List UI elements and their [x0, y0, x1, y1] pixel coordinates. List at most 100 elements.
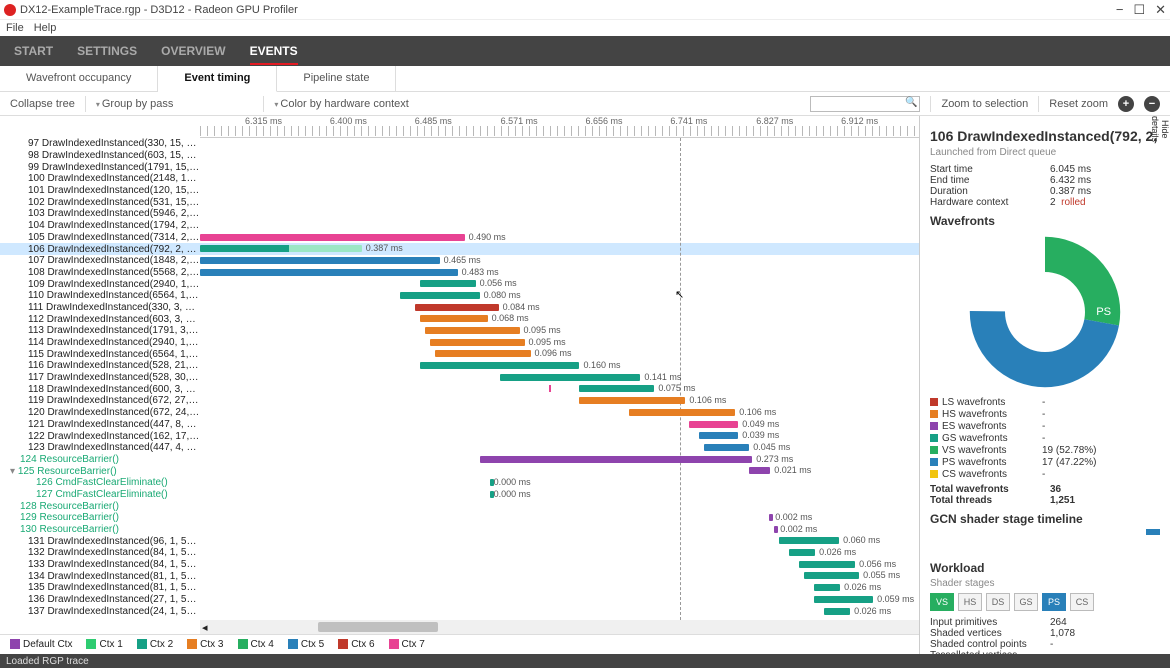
- stage-box-ds[interactable]: DS: [986, 593, 1010, 611]
- event-bar[interactable]: [689, 421, 738, 428]
- event-row[interactable]: 105 DrawIndexedInstanced(7314, 2, 100...…: [0, 232, 919, 244]
- event-row[interactable]: 123 DrawIndexedInstanced(447, 4, 1229...…: [0, 442, 919, 454]
- event-bar[interactable]: [200, 269, 458, 276]
- subtab-wavefront[interactable]: Wavefront occupancy: [0, 66, 158, 91]
- event-bar[interactable]: [804, 572, 859, 579]
- hide-details-button[interactable]: Hide details: [1156, 116, 1170, 142]
- subtab-pipeline-state[interactable]: Pipeline state: [277, 66, 396, 91]
- event-row[interactable]: 127 CmdFastClearEliminate()0.000 ms: [0, 489, 919, 501]
- event-row[interactable]: 137 DrawIndexedInstanced(24, 1, 54126,..…: [0, 606, 919, 618]
- event-row[interactable]: 134 DrawIndexedInstanced(81, 1, 53687,..…: [0, 570, 919, 582]
- stage-box-gs[interactable]: GS: [1014, 593, 1038, 611]
- event-row[interactable]: 121 DrawIndexedInstanced(447, 8, 1957...…: [0, 419, 919, 431]
- menu-help[interactable]: Help: [34, 22, 57, 34]
- event-bar[interactable]: [699, 432, 738, 439]
- event-row[interactable]: 104 DrawIndexedInstanced(1794, 2, 100...: [0, 220, 919, 232]
- event-row[interactable]: 119 DrawIndexedInstanced(672, 27, 761...…: [0, 395, 919, 407]
- event-row[interactable]: 131 DrawIndexedInstanced(96, 1, 53453,..…: [0, 535, 919, 547]
- search-input[interactable]: [810, 96, 920, 112]
- event-bar[interactable]: [415, 304, 499, 311]
- tab-events[interactable]: EVENTS: [250, 44, 298, 65]
- event-row[interactable]: 117 DrawIndexedInstanced(528, 30, 131...…: [0, 372, 919, 384]
- event-bar[interactable]: [500, 374, 641, 381]
- event-bar[interactable]: [774, 526, 778, 533]
- event-bar[interactable]: [824, 608, 850, 615]
- event-row[interactable]: 128 ResourceBarrier(): [0, 500, 919, 512]
- close-button[interactable]: ✕: [1155, 2, 1166, 18]
- event-row[interactable]: 100 DrawIndexedInstanced(2148, 15, 979..…: [0, 173, 919, 185]
- tab-settings[interactable]: SETTINGS: [77, 44, 137, 58]
- zoom-out-button[interactable]: −: [1144, 96, 1160, 112]
- event-row[interactable]: 118 DrawIndexedInstanced(600, 3, 1353...…: [0, 383, 919, 395]
- event-bar[interactable]: [200, 257, 440, 264]
- event-row[interactable]: 98 DrawIndexedInstanced(603, 15, 9782...: [0, 150, 919, 162]
- event-row[interactable]: 130 ResourceBarrier()0.002 ms: [0, 524, 919, 536]
- event-row[interactable]: 97 DrawIndexedInstanced(330, 15, 9781...: [0, 138, 919, 150]
- event-row[interactable]: 115 DrawIndexedInstanced(6564, 1, 133...…: [0, 348, 919, 360]
- event-row[interactable]: 112 DrawIndexedInstanced(603, 3, 1026...…: [0, 313, 919, 325]
- horizontal-scrollbar[interactable]: ◂: [200, 620, 919, 634]
- minimize-button[interactable]: −: [1116, 2, 1124, 18]
- event-row[interactable]: 124 ResourceBarrier()0.273 ms: [0, 454, 919, 466]
- event-bar[interactable]: [480, 456, 753, 463]
- stage-box-vs[interactable]: VS: [930, 593, 954, 611]
- event-bar[interactable]: [579, 385, 654, 392]
- event-row[interactable]: 122 DrawIndexedInstanced(162, 17, 121...…: [0, 430, 919, 442]
- group-by-dropdown[interactable]: Group by pass: [96, 98, 174, 110]
- event-row[interactable]: 103 DrawIndexedInstanced(5946, 2, 100...: [0, 208, 919, 220]
- event-bar[interactable]: [789, 549, 815, 556]
- reset-zoom-button[interactable]: Reset zoom: [1049, 98, 1108, 110]
- event-row[interactable]: 133 DrawIndexedInstanced(84, 1, 53631,..…: [0, 559, 919, 571]
- search-icon[interactable]: 🔍: [905, 97, 917, 108]
- event-bar[interactable]: [749, 467, 770, 474]
- menu-file[interactable]: File: [6, 22, 24, 34]
- event-rows[interactable]: ↖ 97 DrawIndexedInstanced(330, 15, 9781.…: [0, 138, 919, 620]
- event-bar[interactable]: [200, 245, 362, 252]
- event-bar[interactable]: [799, 561, 855, 568]
- event-row[interactable]: 111 DrawIndexedInstanced(330, 3, 1026...…: [0, 302, 919, 314]
- event-row[interactable]: 102 DrawIndexedInstanced(531, 15, 979...: [0, 196, 919, 208]
- event-bar[interactable]: [425, 327, 520, 334]
- event-bar[interactable]: [200, 234, 465, 241]
- event-row[interactable]: 110 DrawIndexedInstanced(6564, 1, 134...…: [0, 290, 919, 302]
- event-bar[interactable]: [704, 444, 749, 451]
- zoom-to-selection-button[interactable]: Zoom to selection: [941, 98, 1028, 110]
- stage-box-ps[interactable]: PS: [1042, 593, 1066, 611]
- event-row[interactable]: 114 DrawIndexedInstanced(2940, 1, 133...…: [0, 337, 919, 349]
- event-row[interactable]: 107 DrawIndexedInstanced(1848, 2, 938...…: [0, 255, 919, 267]
- tab-start[interactable]: START: [14, 44, 53, 58]
- event-bar[interactable]: [420, 362, 580, 369]
- event-row[interactable]: 136 DrawIndexedInstanced(27, 1, 54059,..…: [0, 594, 919, 606]
- stage-box-hs[interactable]: HS: [958, 593, 982, 611]
- event-bar[interactable]: [779, 537, 839, 544]
- maximize-button[interactable]: ☐: [1133, 2, 1145, 18]
- event-row[interactable]: 120 DrawIndexedInstanced(672, 24, 124...…: [0, 407, 919, 419]
- event-row[interactable]: 132 DrawIndexedInstanced(84, 1, 53517,..…: [0, 547, 919, 559]
- zoom-in-button[interactable]: +: [1118, 96, 1134, 112]
- event-row[interactable]: 116 DrawIndexedInstanced(528, 21, 228...…: [0, 360, 919, 372]
- collapse-tree-button[interactable]: Collapse tree: [10, 98, 75, 110]
- event-row[interactable]: ▾ 125 ResourceBarrier()0.021 ms: [0, 465, 919, 477]
- event-row[interactable]: 106 DrawIndexedInstanced(792, 2, 9383...…: [0, 243, 919, 255]
- event-bar[interactable]: [420, 280, 476, 287]
- subtab-event-timing[interactable]: Event timing: [158, 66, 277, 92]
- event-bar[interactable]: [814, 584, 840, 591]
- event-row[interactable]: 109 DrawIndexedInstanced(2940, 1, 134...…: [0, 278, 919, 290]
- event-row[interactable]: 108 DrawIndexedInstanced(5568, 2, 939...…: [0, 267, 919, 279]
- time-ruler[interactable]: 6.315 ms6.400 ms6.485 ms6.571 ms6.656 ms…: [200, 116, 919, 138]
- event-row[interactable]: 135 DrawIndexedInstanced(81, 1, 53742,..…: [0, 582, 919, 594]
- event-bar[interactable]: [435, 350, 531, 357]
- event-row[interactable]: 113 DrawIndexedInstanced(1791, 3, 102...…: [0, 325, 919, 337]
- event-row[interactable]: 126 CmdFastClearEliminate()0.000 ms: [0, 477, 919, 489]
- event-bar[interactable]: [400, 292, 480, 299]
- event-row[interactable]: 129 ResourceBarrier()0.002 ms: [0, 512, 919, 524]
- event-row[interactable]: 101 DrawIndexedInstanced(120, 15, 979...: [0, 185, 919, 197]
- event-row[interactable]: 99 DrawIndexedInstanced(1791, 15, 978...: [0, 161, 919, 173]
- stage-box-cs[interactable]: CS: [1070, 593, 1094, 611]
- event-bar[interactable]: [430, 339, 525, 346]
- event-bar[interactable]: [420, 315, 488, 322]
- event-bar[interactable]: [769, 514, 773, 521]
- event-bar[interactable]: [814, 596, 873, 603]
- event-bar[interactable]: [579, 397, 685, 404]
- event-bar[interactable]: [629, 409, 735, 416]
